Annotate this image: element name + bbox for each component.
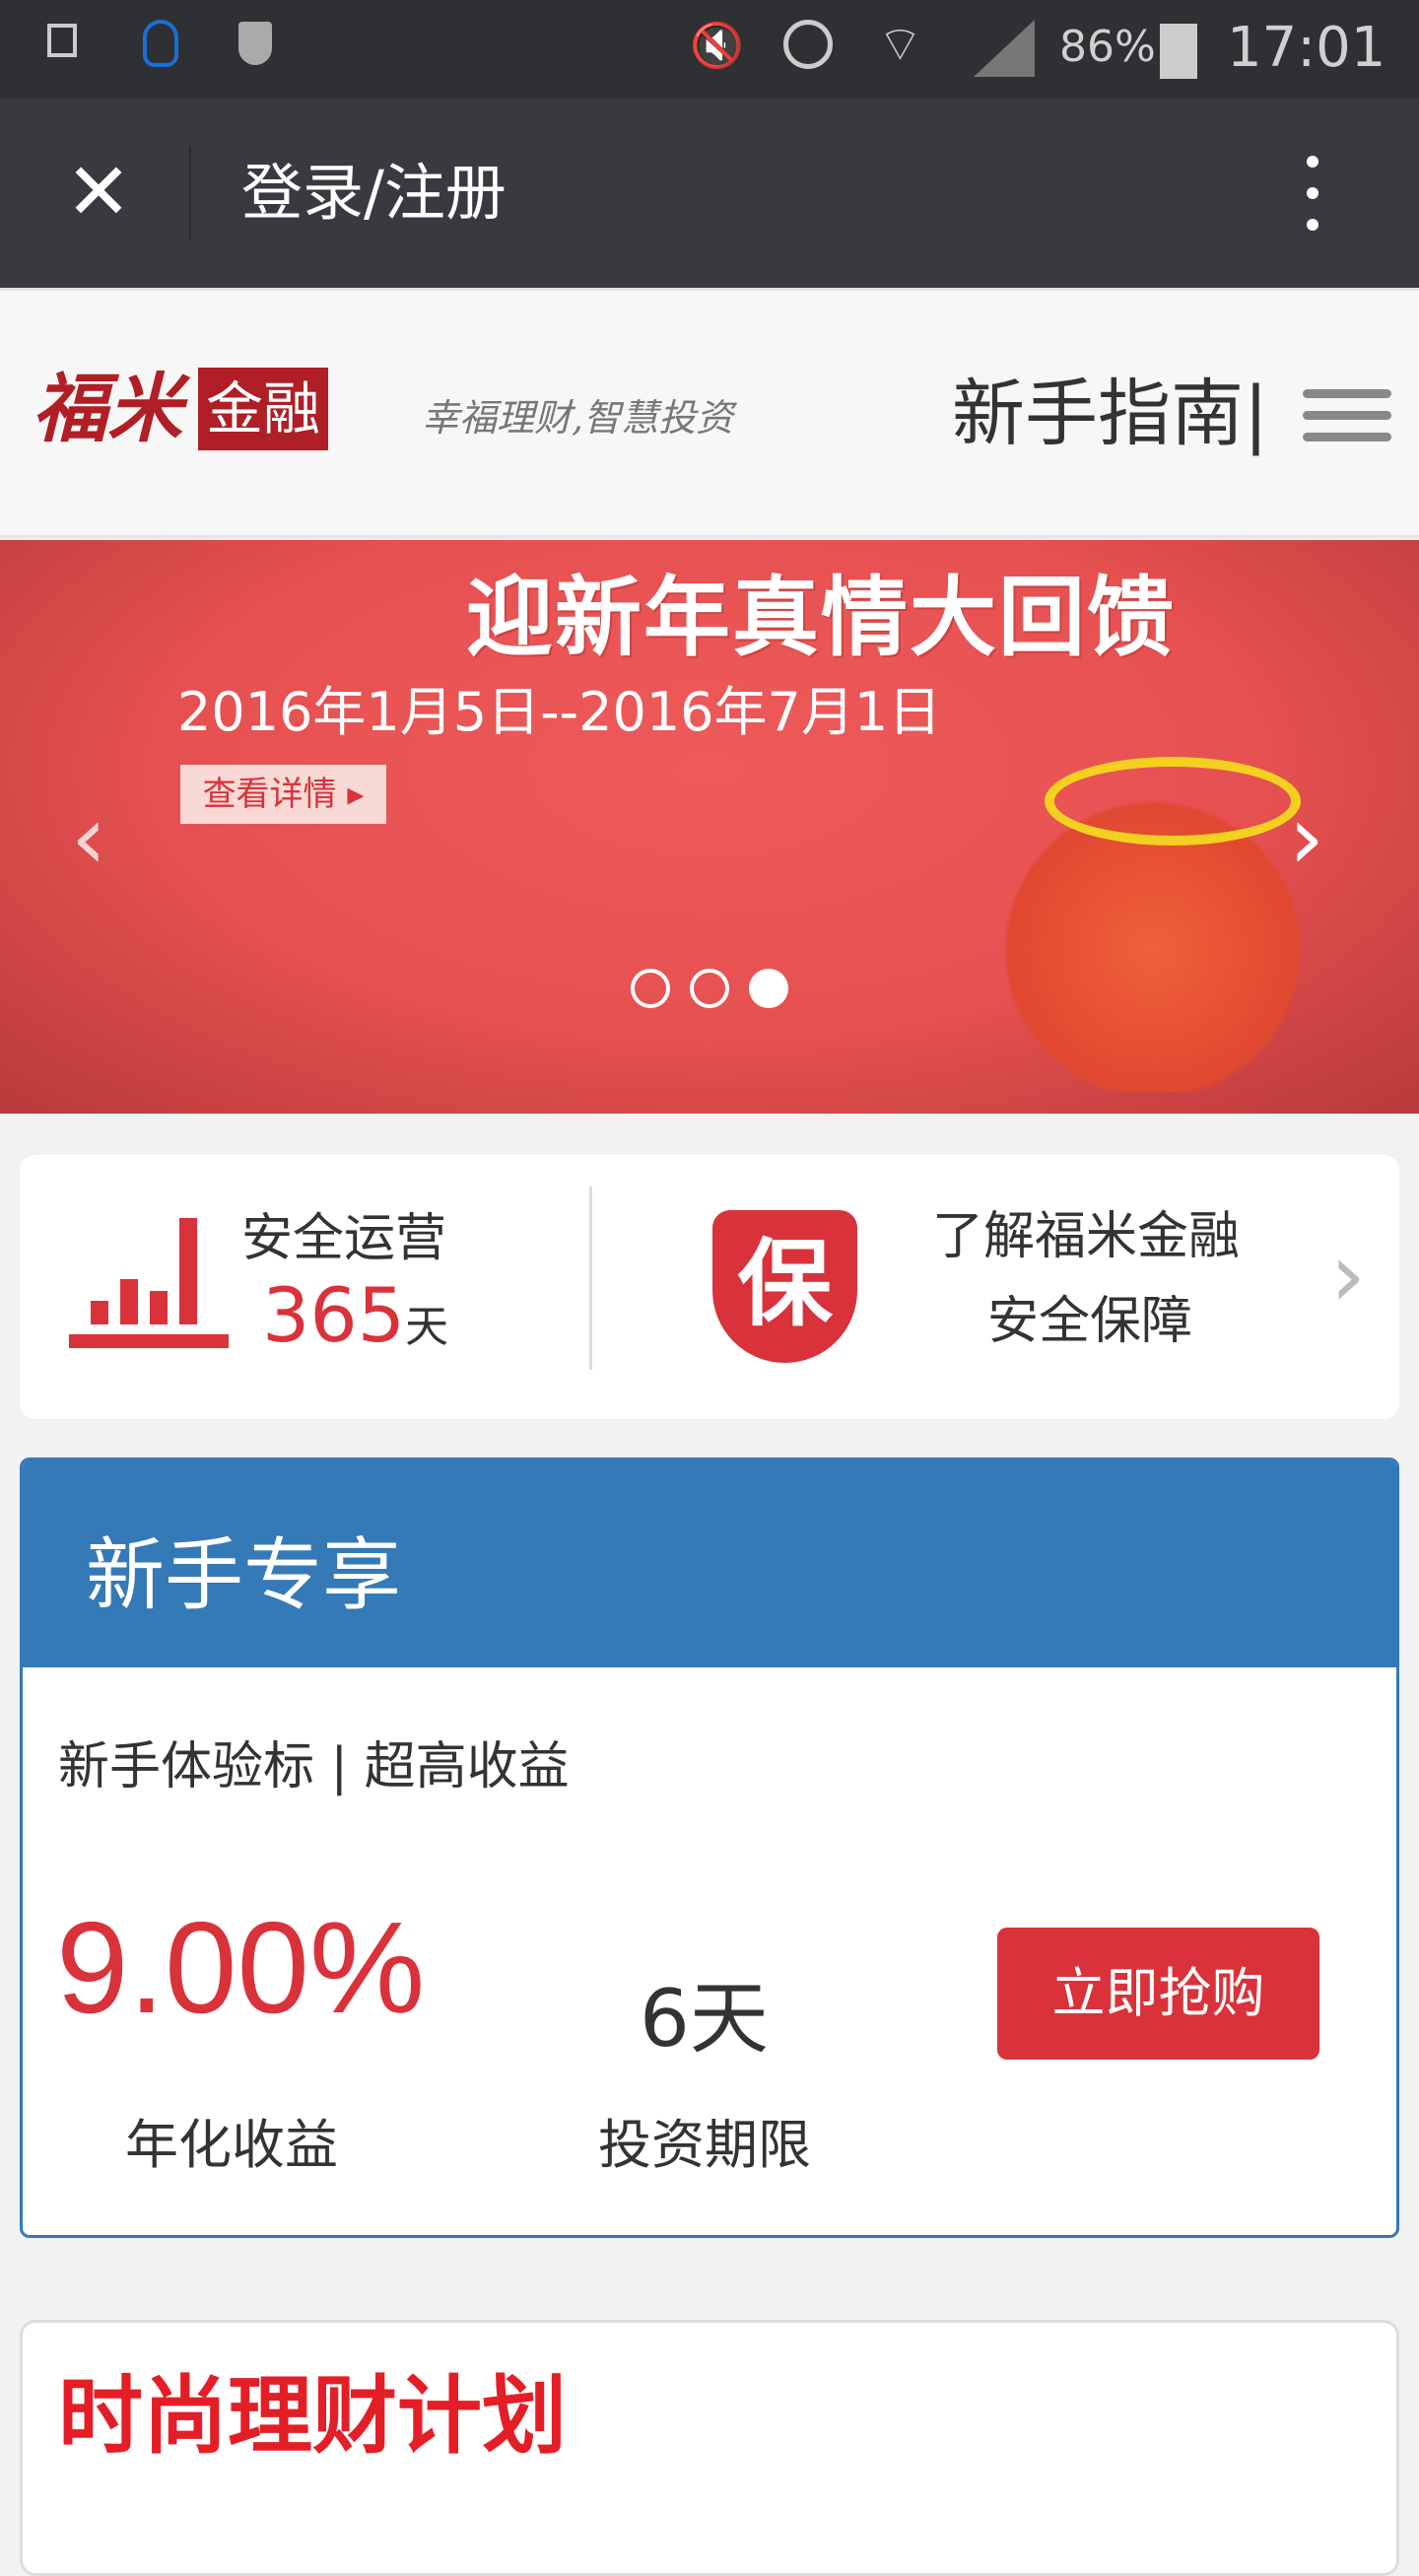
signal-icon	[974, 20, 1035, 77]
carousel-dot[interactable]	[690, 969, 729, 1008]
wifi-icon: ⌔	[877, 16, 923, 73]
view-details-button[interactable]: 查看详情 ▸	[180, 765, 386, 824]
promo-carousel[interactable]: 迎新年真情大回馈 2016年1月5日--2016年7月1日 查看详情 ▸ ‹ ›	[0, 540, 1419, 1114]
safety-link[interactable]: 保 了解福米金融 安全保障 ›	[700, 1194, 1389, 1382]
carousel-dot-active[interactable]	[749, 969, 788, 1008]
logo-text: 福米	[33, 365, 182, 452]
carousel-next-arrow[interactable]: ›	[1289, 786, 1324, 890]
gift-ribbon	[1045, 757, 1301, 846]
newbie-header: 新手专享	[23, 1460, 1396, 1667]
battery-percent: 86%	[1059, 22, 1156, 72]
close-button[interactable]: ✕	[59, 153, 138, 232]
carousel-dot[interactable]	[631, 969, 670, 1008]
annual-rate: 9.00%	[56, 1895, 426, 2040]
banner-date: 2016年1月5日--2016年7月1日	[177, 681, 942, 743]
chevron-right-icon: ›	[1330, 1224, 1366, 1327]
logo[interactable]: 福米 金融	[33, 365, 329, 453]
learn-line1: 了解福米金融	[932, 1207, 1241, 1266]
learn-line2: 安全保障	[987, 1292, 1193, 1351]
clock: 17:01	[1227, 16, 1386, 80]
newbie-card: 新手专享 新手体验标 | 超高收益 9.00% 年化收益 6天 投资期限 立即抢…	[20, 1457, 1399, 2238]
more-menu-button[interactable]	[1281, 154, 1340, 233]
page-title: 登录/注册	[241, 157, 507, 229]
safety-label: 安全运营	[241, 1209, 447, 1268]
newbie-title: 新手专享	[86, 1529, 401, 1621]
promo-card[interactable]: 时尚理财计划	[20, 2320, 1399, 2576]
safety-days: 365天	[262, 1271, 448, 1359]
mute-icon: 🔇	[690, 21, 744, 71]
site-header: 福米 金融 幸福理财,智慧投资 新手指南|	[0, 288, 1419, 538]
shield-icon: 保	[712, 1210, 857, 1363]
app-toolbar: ✕ 登录/注册	[0, 99, 1419, 288]
carousel-prev-arrow[interactable]: ‹	[71, 786, 106, 890]
buy-now-button[interactable]: 立即抢购	[997, 1928, 1319, 2060]
status-bar: 🔇 ⌔ 86% 17:01	[0, 0, 1419, 99]
days-unit: 天	[405, 1302, 449, 1352]
banner-title: 迎新年真情大回馈	[466, 567, 1177, 668]
battery-icon	[1160, 24, 1197, 79]
hamburger-menu-button[interactable]	[1303, 389, 1391, 441]
term-label: 投资期限	[598, 2114, 811, 2176]
term-value: 6天	[640, 1973, 769, 2065]
qq-icon	[143, 20, 178, 67]
promo-title: 时尚理财计划	[58, 2367, 567, 2466]
gallery-icon	[47, 24, 77, 57]
toolbar-divider	[189, 146, 191, 240]
safety-card: 安全运营 365天 保 了解福米金融 安全保障 ›	[20, 1155, 1399, 1419]
shield-status-icon	[238, 22, 272, 65]
alarm-icon	[783, 20, 833, 69]
days-value: 365	[262, 1271, 406, 1359]
bar-chart-icon	[69, 1218, 229, 1348]
guide-link[interactable]: 新手指南|	[952, 370, 1268, 458]
product-name[interactable]: 新手体验标 | 超高收益	[58, 1725, 570, 1798]
slogan: 幸福理财,智慧投资	[422, 396, 734, 440]
card-divider	[589, 1186, 592, 1370]
carousel-dots	[631, 969, 788, 1008]
rate-label: 年化收益	[125, 2114, 338, 2176]
logo-box: 金融	[198, 368, 329, 450]
